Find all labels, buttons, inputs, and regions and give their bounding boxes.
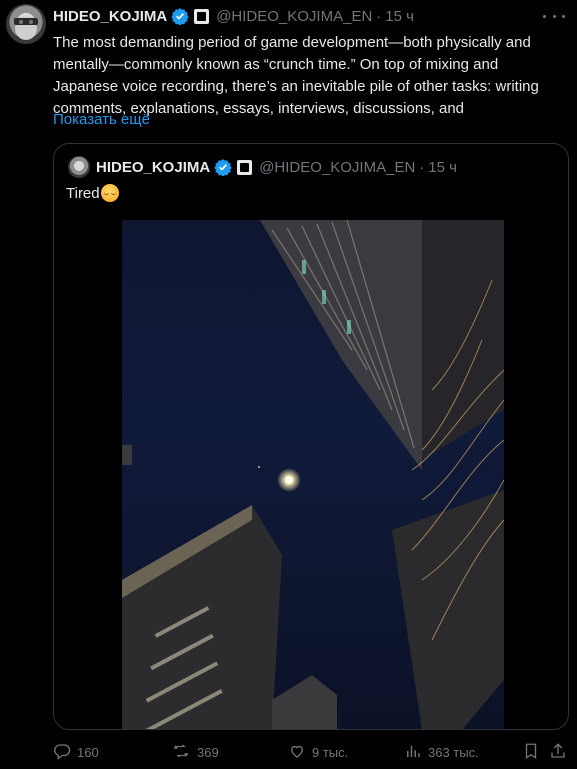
quote-time: 15 ч [428,158,457,176]
like-button[interactable]: 9 тыс. [288,740,348,764]
show-more-link[interactable]: Показать ещё [53,110,150,130]
bookmark-icon [522,742,546,763]
repost-count: 369 [197,744,219,760]
reply-button[interactable]: 160 [53,740,99,764]
tweet-header: HIDEO_KOJIMA @HIDEO_KOJIMA_EN · 15 ч [53,6,567,26]
quote-header: HIDEO_KOJIMA @HIDEO_KOJIMA_EN · 15 ч [96,157,457,177]
tweet-time[interactable]: 15 ч [385,8,414,25]
author-avatar[interactable] [6,4,46,44]
reply-count: 160 [77,744,99,760]
action-bar: 160 369 9 тыс. 363 тыс. [53,740,569,764]
views-button[interactable]: 363 тыс. [404,740,479,764]
verified-badge-icon [214,158,232,177]
quote-author-handle: @HIDEO_KOJIMA_EN [259,158,416,176]
repost-icon [171,742,197,763]
affiliate-badge-icon[interactable] [194,8,210,24]
like-count: 9 тыс. [312,744,349,760]
reply-icon [53,742,77,763]
affiliate-badge-icon [237,159,253,175]
quoted-tweet[interactable]: HIDEO_KOJIMA @HIDEO_KOJIMA_EN · 15 ч Tir… [53,143,569,730]
views-icon [404,742,428,763]
separator-dot: · [419,158,425,176]
repost-button[interactable]: 369 [171,740,219,764]
views-count: 363 тыс. [428,744,479,760]
share-button[interactable] [549,740,573,764]
quote-photo[interactable] [122,220,504,729]
like-icon [288,742,312,763]
separator-dot: · [376,7,382,25]
author-name[interactable]: HIDEO_KOJIMA [53,8,167,25]
author-handle[interactable]: @HIDEO_KOJIMA_EN [216,8,372,25]
quote-text: Tired [66,184,100,202]
share-icon [549,742,573,763]
sleepy-face-emoji-icon [100,184,119,202]
bookmark-button[interactable] [522,740,546,764]
quote-author-avatar [68,156,90,178]
more-icon[interactable] [543,8,565,24]
quote-author-name: HIDEO_KOJIMA [96,158,211,176]
quote-text-row: Tired [66,184,119,202]
verified-badge-icon[interactable] [171,7,189,26]
tweet-text: The most demanding period of game develo… [53,34,539,117]
